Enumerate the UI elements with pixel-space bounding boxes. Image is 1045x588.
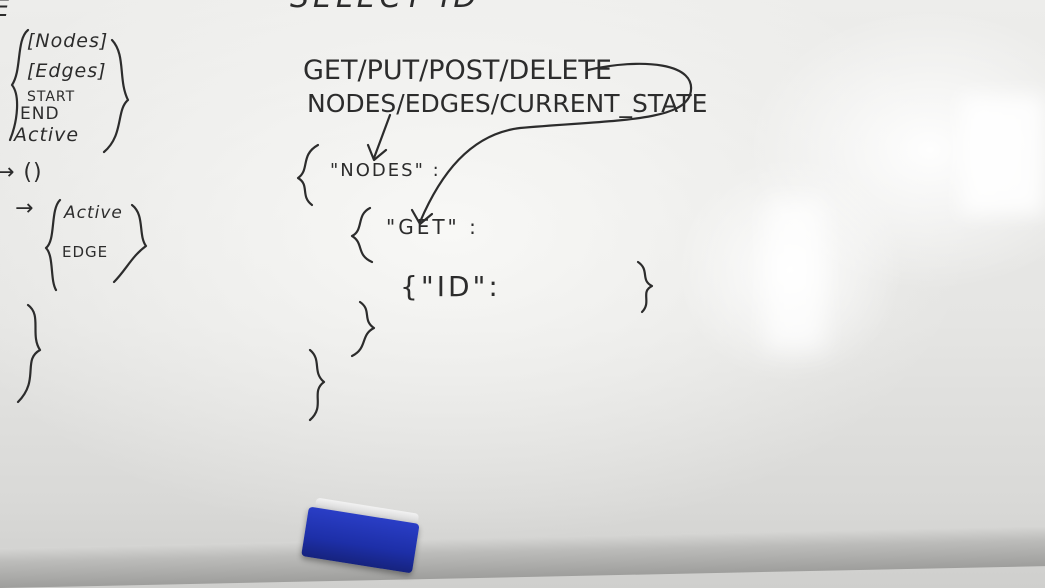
get-open-brace (350, 206, 374, 264)
active-brace-right (112, 203, 148, 284)
nodes-close-brace (308, 348, 326, 422)
id-close-brace (636, 260, 654, 314)
resources-loop-arrow (418, 62, 693, 224)
get-close-brace (350, 300, 376, 358)
nodes-pointer-arrow (372, 113, 392, 160)
left-brace (8, 28, 30, 142)
marker-strokes (8, 28, 693, 422)
nodes-open-brace (296, 143, 320, 207)
left-close-brace (16, 303, 42, 404)
left-right-brace (102, 38, 130, 154)
active-brace-left (44, 198, 62, 292)
